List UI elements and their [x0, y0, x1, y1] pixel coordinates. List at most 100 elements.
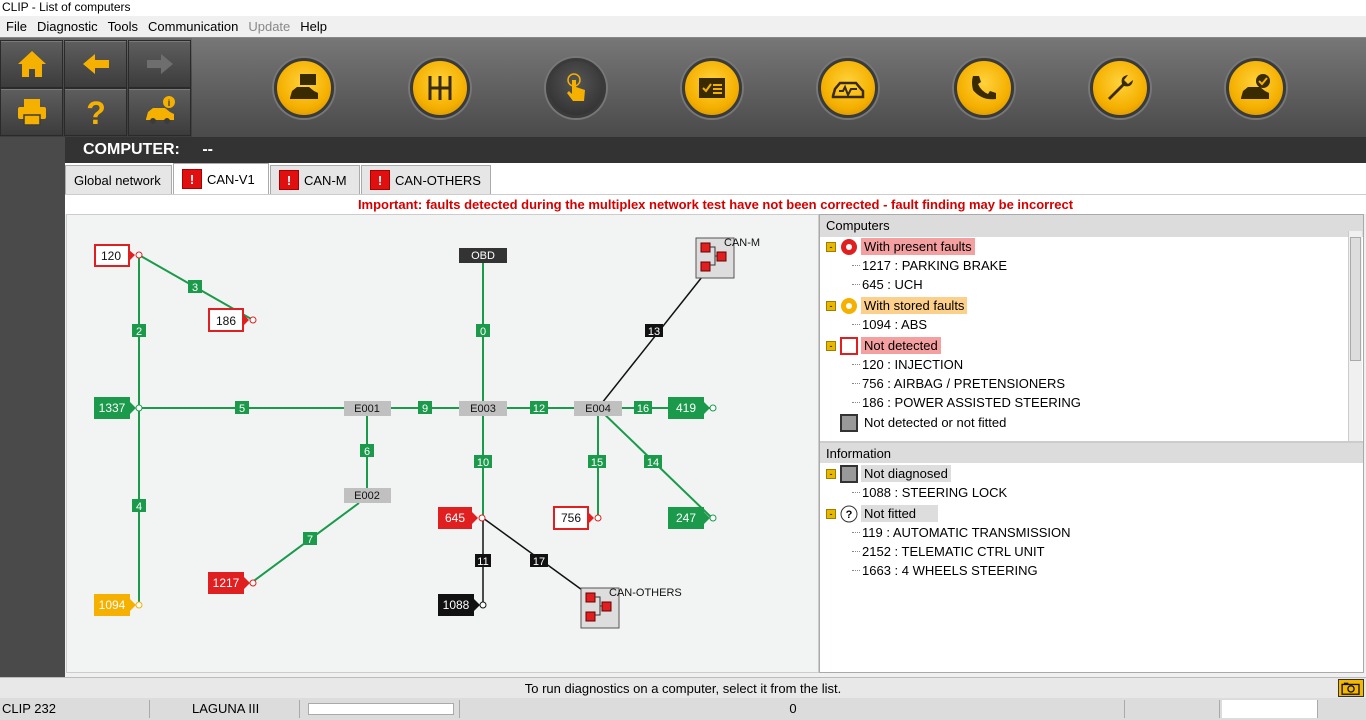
wrench-icon	[1108, 75, 1133, 100]
tab-can-v1[interactable]: ! CAN-V1	[173, 163, 269, 194]
camera-icon	[1341, 682, 1360, 695]
forward-button[interactable]	[128, 40, 191, 88]
link-label: 10	[474, 455, 492, 469]
list-item[interactable]: 119 : AUTOMATIC TRANSMISSION	[820, 523, 1363, 542]
collapse-icon[interactable]: -	[826, 300, 836, 311]
svg-text:CAN-OTHERS: CAN-OTHERS	[609, 587, 682, 599]
status-cell	[1125, 700, 1220, 718]
menu-tools[interactable]: Tools	[108, 19, 138, 34]
tab-label: CAN-V1	[207, 171, 255, 187]
not-fitted-icon	[840, 413, 858, 432]
screenshot-button[interactable]	[1338, 679, 1364, 697]
menu-bar: File Diagnostic Tools Communication Upda…	[0, 16, 1366, 36]
group-label: With stored faults	[861, 297, 968, 314]
junction-e003[interactable]: E003	[459, 401, 507, 416]
computers-scrollbar[interactable]	[1348, 231, 1362, 441]
svg-text:?: ?	[86, 95, 106, 129]
link-label: 5	[235, 401, 249, 415]
car-screen-icon	[290, 74, 318, 99]
collapse-icon[interactable]: -	[826, 508, 836, 519]
svg-text:1217: 1217	[213, 576, 240, 590]
computer-node-1094[interactable]: 1094	[94, 594, 143, 616]
back-button[interactable]	[64, 40, 127, 88]
vehicle-test-button[interactable]	[818, 58, 878, 118]
svg-text:7: 7	[307, 534, 313, 546]
group-label: Not fitted	[861, 505, 939, 522]
list-item[interactable]: 1088 : STEERING LOCK	[820, 483, 1363, 502]
stored-fault-icon	[841, 297, 857, 314]
list-item[interactable]: 1663 : 4 WHEELS STEERING	[820, 561, 1363, 580]
menu-diagnostic[interactable]: Diagnostic	[37, 19, 98, 34]
link-label: 11	[475, 554, 491, 568]
gearbox-button[interactable]	[410, 58, 470, 118]
group-not-diagnosed[interactable]: - Not diagnosed	[820, 464, 1363, 483]
computer-node-186[interactable]: 186	[208, 308, 257, 332]
collapse-icon[interactable]: -	[826, 468, 836, 479]
junction-e004[interactable]: E004	[574, 401, 622, 416]
computer-node-1088[interactable]: 1088	[438, 594, 487, 616]
group-present-faults[interactable]: - With present faults	[820, 237, 1363, 256]
counter: 0	[460, 700, 1125, 718]
computer-node-756[interactable]: 756	[553, 506, 602, 530]
computer-node-247[interactable]: 247	[668, 507, 717, 529]
list-item[interactable]: 645 : UCH	[820, 275, 1363, 294]
home-button[interactable]	[0, 40, 63, 88]
svg-text:0: 0	[480, 326, 486, 338]
link-label: 2	[132, 324, 146, 338]
tab-global-network[interactable]: Global network	[65, 165, 172, 194]
link-label: 13	[645, 324, 663, 338]
group-not-fitted[interactable]: - ? Not fitted	[820, 504, 1363, 523]
computer-node-120[interactable]: 120	[94, 244, 143, 267]
subnetwork-can-m[interactable]: CAN-M	[695, 237, 760, 279]
tab-can-m[interactable]: ! CAN-M	[270, 165, 360, 194]
list-item[interactable]: 1217 : PARKING BRAKE	[820, 256, 1363, 275]
arrow-left-icon	[82, 54, 109, 74]
touch-select-button[interactable]	[546, 58, 606, 118]
vehicle-identification-button[interactable]	[274, 58, 334, 118]
not-detected-icon	[840, 336, 858, 355]
group-label: Not diagnosed	[861, 465, 951, 482]
svg-text:10: 10	[477, 457, 489, 469]
svg-text:4: 4	[136, 501, 142, 513]
computer-node-419[interactable]: 419	[668, 397, 717, 419]
car-check-icon	[1241, 74, 1270, 99]
scrollbar-thumb[interactable]	[1350, 237, 1361, 361]
list-item[interactable]: 1094 : ABS	[820, 315, 1363, 334]
group-not-detected[interactable]: - Not detected	[820, 336, 1363, 355]
menu-file[interactable]: File	[6, 19, 27, 34]
subnetwork-can-others[interactable]: CAN-OTHERS	[580, 587, 682, 629]
collapse-icon[interactable]: -	[826, 340, 836, 351]
junction-e001[interactable]: E001	[344, 401, 391, 416]
teleassistance-button[interactable]	[954, 58, 1014, 118]
svg-text:14: 14	[647, 457, 659, 469]
junction-e002[interactable]: E002	[344, 488, 391, 503]
tools-button[interactable]	[1090, 58, 1150, 118]
checklist-button[interactable]	[682, 58, 742, 118]
menu-help[interactable]: Help	[300, 19, 327, 34]
list-item[interactable]: 120 : INJECTION	[820, 355, 1363, 374]
list-item[interactable]: 756 : AIRBAG / PRETENSIONERS	[820, 374, 1363, 393]
print-button[interactable]	[0, 88, 63, 136]
link-label: 4	[132, 499, 146, 513]
tab-label: CAN-OTHERS	[395, 172, 481, 188]
computer-node-645[interactable]: 645	[438, 507, 486, 529]
link-label: 9	[418, 401, 432, 415]
vehicle-ok-button[interactable]	[1226, 58, 1286, 118]
arrow-right-icon	[146, 54, 173, 74]
svg-text:E003: E003	[470, 403, 496, 415]
junction-obd[interactable]: OBD	[459, 248, 507, 263]
group-label: Not detected or not fitted	[864, 415, 1007, 430]
svg-text:1088: 1088	[443, 598, 470, 612]
menu-communication[interactable]: Communication	[148, 19, 238, 34]
list-item[interactable]: 186 : POWER ASSISTED STEERING	[820, 393, 1363, 412]
computer-node-1217[interactable]: 1217	[208, 572, 257, 594]
list-item[interactable]: 2152 : TELEMATIC CTRL UNIT	[820, 542, 1363, 561]
tab-can-others[interactable]: ! CAN-OTHERS	[361, 165, 491, 194]
phone-icon	[972, 76, 996, 100]
collapse-icon[interactable]: -	[826, 241, 836, 252]
group-not-detected-or-not-fitted[interactable]: Not detected or not fitted	[820, 413, 1363, 432]
help-button[interactable]: ?	[64, 88, 127, 136]
computer-node-1337[interactable]: 1337	[94, 397, 143, 419]
vehicle-info-button[interactable]: i	[128, 88, 191, 136]
group-stored-faults[interactable]: - With stored faults	[820, 296, 1363, 315]
